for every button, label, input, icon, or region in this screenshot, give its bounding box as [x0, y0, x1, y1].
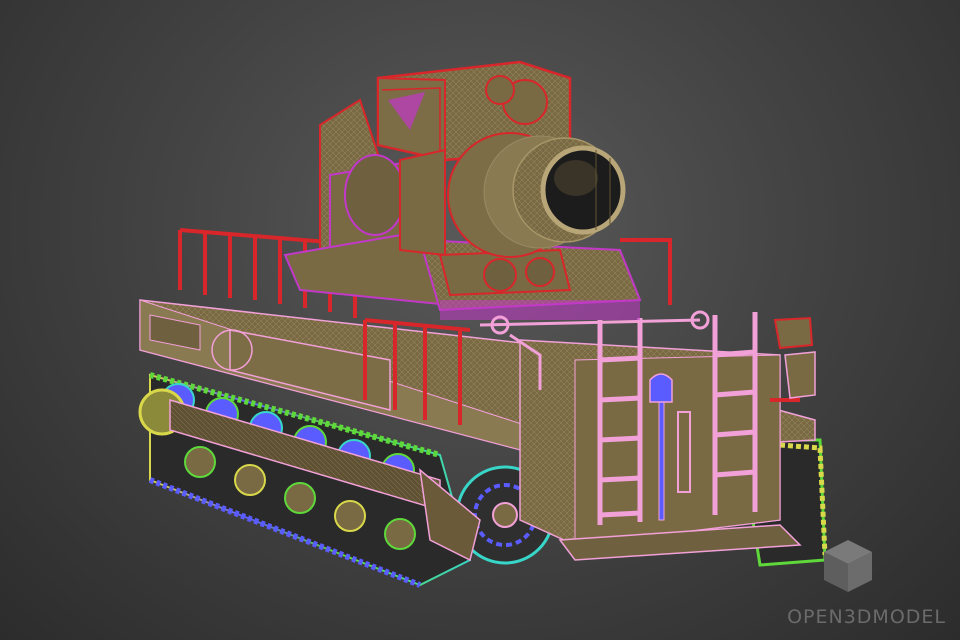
- mortar-barrel: [447, 132, 626, 258]
- watermark-text: OPEN3DMODEL: [787, 606, 946, 628]
- watermark: OPEN3DMODEL: [756, 528, 946, 628]
- side-brackets: [773, 316, 816, 399]
- render-viewport: OPEN3DMODEL: [0, 0, 960, 640]
- cube-logo-icon: [824, 540, 872, 592]
